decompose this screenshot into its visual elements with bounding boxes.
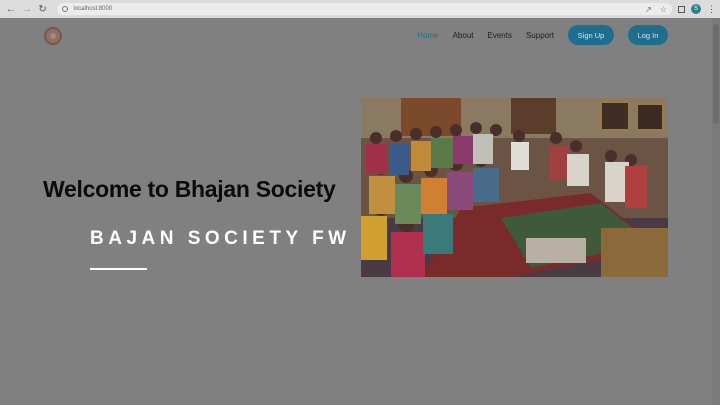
nav-home[interactable]: Home <box>417 31 438 40</box>
hero-title: Welcome to Bhajan Society <box>43 176 336 202</box>
site-nav: Home About Events Support Sign Up Log In <box>417 25 668 45</box>
browser-menu-icon[interactable]: ⋮ <box>707 4 716 15</box>
hero-photo <box>361 98 668 277</box>
bookmark-star-icon[interactable]: ☆ <box>660 5 667 14</box>
forward-arrow-icon[interactable]: → <box>20 2 34 16</box>
page-scrollbar[interactable] <box>712 18 720 405</box>
address-bar[interactable]: localhost:8000 ↗ ☆ <box>57 3 672 15</box>
site-info-icon[interactable] <box>62 6 69 12</box>
bhajan-gathering-image <box>361 98 668 277</box>
back-arrow-icon[interactable]: ← <box>4 2 18 16</box>
nav-support[interactable]: Support <box>526 31 554 40</box>
browser-toolbar: ← → ↻ localhost:8000 ↗ ☆ S ⋮ <box>0 0 720 18</box>
share-icon[interactable]: ↗ <box>645 5 652 14</box>
reload-icon[interactable]: ↻ <box>36 2 50 16</box>
profile-avatar[interactable]: S <box>691 4 701 14</box>
hero-divider <box>90 268 147 270</box>
site-logo[interactable] <box>44 27 62 45</box>
scrollbar-thumb[interactable] <box>713 24 719 124</box>
hero-subtitle: BAJAN SOCIETY FW <box>90 228 351 249</box>
nav-about[interactable]: About <box>453 31 474 40</box>
side-panel-icon[interactable] <box>678 5 685 13</box>
web-page: Home About Events Support Sign Up Log In… <box>0 18 712 405</box>
sign-up-button[interactable]: Sign Up <box>568 25 614 45</box>
nav-events[interactable]: Events <box>488 31 512 40</box>
address-bar-url: localhost:8000 <box>73 6 113 12</box>
log-in-button[interactable]: Log In <box>628 25 668 45</box>
